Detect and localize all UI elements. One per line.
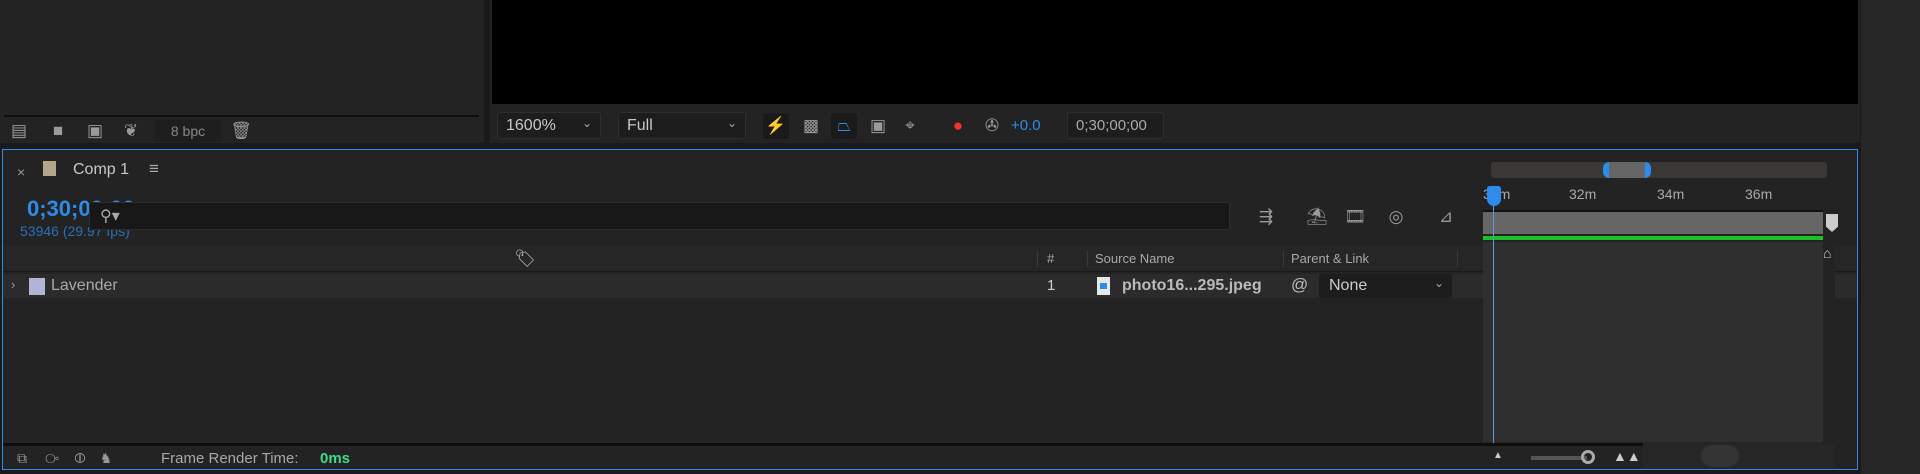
reset-exposure-icon[interactable]: ✇ (980, 113, 1004, 139)
zoom-slider[interactable] (1531, 456, 1587, 460)
region-of-interest-icon[interactable]: ▣ (866, 113, 890, 139)
viewer-timecode-value[interactable]: 0;30;00;00 (1076, 117, 1147, 134)
zoom-in-icon[interactable]: ▲▲ (1613, 448, 1641, 464)
zoom-out-icon[interactable]: ▲ (1493, 450, 1503, 461)
image-file-icon (1097, 277, 1110, 295)
playhead-line[interactable] (1493, 206, 1494, 443)
fast-previews-icon[interactable]: ⚡ (763, 113, 789, 139)
layer-switches-icon[interactable]: ⧉ (13, 447, 31, 469)
layer-source-name: photo16...295.jpeg (1122, 277, 1262, 294)
column-parent-link[interactable]: Parent & Link (1291, 251, 1369, 266)
layer-label-swatch[interactable] (29, 278, 45, 295)
divider (1037, 251, 1038, 267)
frame-blending-icon[interactable]: 🎞 (1342, 205, 1368, 229)
layer-track-area[interactable] (1483, 242, 1823, 442)
transfer-controls-icon[interactable]: ⧂ (43, 447, 61, 469)
project-panel: ▤ ■ ▣ ❦ 8 bpc 🗑 (0, 0, 484, 143)
ruler-label: 36m (1745, 186, 1773, 202)
mask-visibility-icon[interactable]: ⏢ (831, 113, 857, 139)
resolution-value: Full (627, 117, 653, 134)
motion-blur-icon[interactable]: ◎ (1383, 205, 1409, 229)
chevron-down-icon: ⌄ (726, 116, 737, 130)
frame-render-value: 0ms (320, 450, 351, 467)
bpc-button[interactable]: 8 bpc (154, 120, 222, 142)
in-out-duration-icon[interactable]: ⦷ (71, 447, 89, 469)
render-time-icon[interactable]: ♞ (97, 447, 115, 469)
ruler-label: 34m (1657, 186, 1685, 202)
navigator-handle[interactable] (1603, 162, 1651, 178)
channel-icon[interactable]: ● (946, 113, 970, 139)
chevron-down-icon: ⌄ (1433, 276, 1444, 290)
right-panel-edge (1861, 0, 1920, 474)
column-source-name[interactable]: Source Name (1095, 251, 1174, 266)
layer-name[interactable]: Lavender (51, 277, 118, 295)
composition-flowchart-icon[interactable]: ⇶ (1253, 205, 1279, 229)
exposure-value[interactable]: +0.0 (1011, 117, 1041, 134)
work-area-range[interactable] (1483, 236, 1823, 240)
divider (1457, 251, 1458, 267)
time-graph: 30m 32m 34m 36m ⌂ (1483, 150, 1838, 443)
playhead-handle[interactable] (1487, 186, 1501, 206)
interpret-footage-icon[interactable]: ▤ (6, 120, 32, 142)
timeline-panel: × Comp 1 ≡ 0;30;00;00 53946 (29.97 fps) … (2, 149, 1858, 470)
comp-marker-icon[interactable] (1826, 214, 1838, 232)
scrollbar-track[interactable] (1643, 443, 1835, 469)
trash-icon[interactable]: 🗑 (230, 120, 252, 142)
shy-layers-icon[interactable]: ⛱ (1304, 205, 1330, 229)
divider (3, 443, 1643, 446)
new-folder-icon[interactable]: ■ (46, 120, 70, 142)
divider (1087, 251, 1088, 267)
frame-render-label: Frame Render Time: (161, 450, 299, 467)
close-tab-icon[interactable]: × (17, 164, 25, 180)
time-navigator[interactable] (1491, 162, 1827, 178)
comp-label-swatch (43, 161, 56, 176)
scrollbar-thumb[interactable] (1701, 445, 1739, 467)
zoom-slider-thumb[interactable] (1581, 450, 1595, 464)
column-number[interactable]: # (1047, 251, 1054, 266)
divider (1283, 251, 1284, 267)
chevron-down-icon: ⌄ (581, 116, 592, 130)
divider (4, 115, 479, 117)
layer-marker-icon[interactable]: ⌂ (1823, 245, 1831, 261)
grid-guides-icon[interactable]: ⌖ (897, 113, 923, 139)
zoom-dropdown[interactable]: 1600% ⌄ (497, 112, 601, 139)
expand-chevron-icon[interactable]: › (11, 277, 15, 292)
work-area-bar[interactable] (1483, 212, 1823, 234)
viewer-canvas[interactable] (492, 0, 1858, 104)
search-input[interactable]: ⚲▾ (89, 202, 1230, 230)
pick-whip-icon[interactable]: @ (1291, 275, 1308, 295)
search-icon: ⚲▾ (100, 208, 120, 225)
parent-dropdown[interactable]: None ⌄ (1319, 274, 1452, 298)
panel-menu-icon[interactable]: ≡ (149, 159, 159, 179)
transparency-grid-icon[interactable]: ▩ (799, 113, 823, 139)
new-composition-icon[interactable]: ▣ (82, 120, 108, 142)
graph-editor-icon[interactable]: ⊿ (1433, 203, 1459, 231)
flowchart-icon[interactable]: ❦ (120, 120, 142, 142)
ruler-label: 32m (1569, 186, 1597, 202)
layer-number: 1 (1047, 277, 1056, 294)
label-tag-icon[interactable]: 🏷 (514, 249, 536, 269)
resolution-dropdown[interactable]: Full ⌄ (618, 112, 746, 139)
tab-comp-1[interactable]: Comp 1 (73, 161, 129, 179)
zoom-value: 1600% (506, 117, 556, 134)
parent-value: None (1329, 277, 1368, 294)
